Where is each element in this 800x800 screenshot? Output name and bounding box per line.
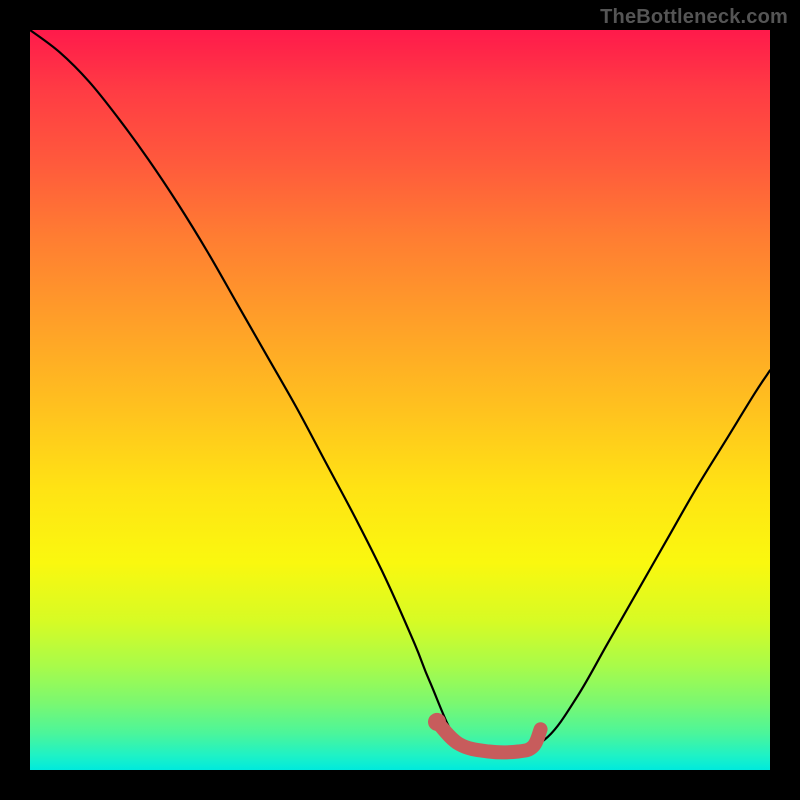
- bottleneck-curve: [30, 30, 770, 753]
- chart-stage: TheBottleneck.com: [0, 0, 800, 800]
- gradient-plot-area: [30, 30, 770, 770]
- highlight-segment: [437, 722, 541, 752]
- watermark-text: TheBottleneck.com: [600, 6, 788, 29]
- chart-svg: [30, 30, 770, 770]
- highlight-dot: [428, 713, 446, 731]
